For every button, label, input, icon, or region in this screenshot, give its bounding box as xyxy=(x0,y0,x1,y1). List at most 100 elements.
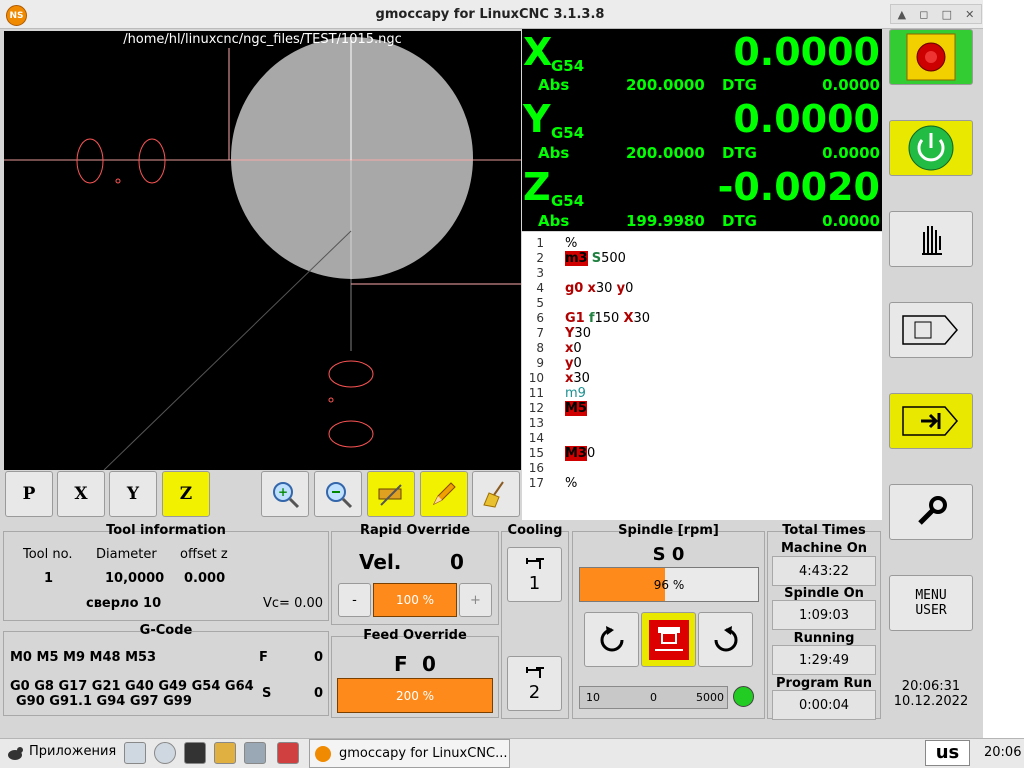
window-close-icon[interactable]: ✕ xyxy=(965,8,974,21)
gcode-line[interactable]: 10 x30 xyxy=(522,371,882,386)
taskbar-window-button[interactable]: gmoccapy for LinuxCNC... xyxy=(309,739,510,768)
gcode-line-number: 17 xyxy=(528,476,544,490)
rotate-left-icon xyxy=(600,625,623,651)
clear-plot-button[interactable] xyxy=(472,471,520,517)
preview-filename: /home/hl/linuxcnc/ngc_files/TEST/1015.ng… xyxy=(123,32,402,47)
spindle-cw-button[interactable] xyxy=(698,612,753,667)
dro-z-dtg-label: DTG xyxy=(722,212,757,230)
logout-icon[interactable] xyxy=(277,742,299,764)
mdi-mode-button[interactable] xyxy=(889,302,973,358)
window-title: gmoccapy for LinuxCNC 3.1.3.8 xyxy=(375,7,605,22)
gcode-line[interactable]: 17% xyxy=(522,476,882,491)
gcode-line[interactable]: 15 M30 xyxy=(522,446,882,461)
rapid-vel-value: 0 xyxy=(450,550,464,574)
dro-y-axis-letter: Y xyxy=(523,97,551,141)
view-x-button[interactable]: X xyxy=(57,471,105,517)
dro-z-coord: G54 xyxy=(551,192,585,210)
plus-icon: + xyxy=(470,592,481,608)
gcode-line-number: 10 xyxy=(528,371,544,385)
spindle-speed-scale[interactable]: 10 0 5000 xyxy=(579,686,728,709)
spindle-override-bar[interactable]: 96 % xyxy=(579,567,759,602)
feed-override-bar[interactable]: 200 % xyxy=(337,678,493,713)
right-edge-strip xyxy=(983,0,1024,738)
rapid-plus-button[interactable]: + xyxy=(459,583,492,617)
keyboard-layout-indicator[interactable]: us xyxy=(925,740,970,766)
spindle-speed: S 0 xyxy=(652,544,685,565)
gcode-line-number: 7 xyxy=(536,326,544,340)
gcode-line[interactable]: 4 g0 x30 y0 xyxy=(522,281,882,296)
rapid-override-title: Rapid Override xyxy=(359,523,471,538)
gcode-line-number: 13 xyxy=(528,416,544,430)
emergency-stop-icon xyxy=(906,33,956,81)
auto-mode-button[interactable] xyxy=(889,393,973,449)
active-gcodes-2: G90 G91.1 G94 G97 G99 xyxy=(16,694,192,709)
dro-z-abs-value: 199.9980 xyxy=(626,212,705,230)
window-restore-icon[interactable]: ◻ xyxy=(919,8,928,21)
gcode-line[interactable]: 12 M5 xyxy=(522,401,882,416)
gcode-line[interactable]: 5 xyxy=(522,296,882,311)
terminal-icon[interactable] xyxy=(184,742,206,764)
gcode-line-number: 2 xyxy=(536,251,544,265)
gcode-line[interactable]: 11 m9 xyxy=(522,386,882,401)
view-y-button[interactable]: Y xyxy=(109,471,157,517)
dro-y-value[interactable]: 0.0000 xyxy=(733,100,880,138)
spindle-stop-button[interactable] xyxy=(641,612,696,667)
tool-info-title: Tool information xyxy=(106,523,226,538)
gcode-line-number: 14 xyxy=(528,431,544,445)
gcode-line-number: 15 xyxy=(528,446,544,460)
feed-override-f-value: 0 xyxy=(422,652,436,676)
gcode-line[interactable]: 8 x0 xyxy=(522,341,882,356)
zoom-in-button[interactable]: + xyxy=(261,471,309,517)
rapid-override-bar[interactable]: 100 % xyxy=(373,583,457,617)
system-monitor-icon[interactable] xyxy=(124,742,146,764)
estop-button[interactable] xyxy=(889,29,973,85)
dro-x-dtg-value: 0.0000 xyxy=(822,76,880,94)
gcode-line[interactable]: 14 xyxy=(522,431,882,446)
view-perspective-button[interactable]: P xyxy=(5,471,53,517)
show-dimensions-button[interactable] xyxy=(367,471,415,517)
coolant-tap-icon xyxy=(525,667,544,678)
coolant-flood-button[interactable]: 1 xyxy=(507,547,562,602)
coolant-mist-button[interactable]: 2 xyxy=(507,656,562,711)
window-maximize-icon[interactable]: □ xyxy=(942,8,952,21)
applications-menu-label[interactable]: Приложения xyxy=(29,744,116,759)
menu-user-button[interactable]: MENU USER xyxy=(889,575,973,631)
speed-value: 0 xyxy=(314,686,324,701)
applications-menu-icon[interactable] xyxy=(6,744,24,762)
gcode-line[interactable]: 13 xyxy=(522,416,882,431)
gcode-line[interactable]: 6 G1 f150 X30 xyxy=(522,311,882,326)
tool-vc: Vc= 0.00 xyxy=(263,596,324,611)
window-up-icon[interactable]: ▲ xyxy=(898,8,906,21)
gmoccapy-icon xyxy=(315,745,331,762)
gcode-preview[interactable] xyxy=(4,31,521,470)
clock-time: 20:06:31 xyxy=(901,679,961,694)
gcode-listing[interactable]: 1% 2 m3 S500 3 4 g0 x30 y0 5 6 G1 f150 X30 7 Y30 8 x… xyxy=(522,232,882,520)
file-manager-icon[interactable] xyxy=(214,742,236,764)
manual-mode-button[interactable] xyxy=(889,211,973,267)
spindle-ccw-button[interactable] xyxy=(584,612,639,667)
show-tool-path-button[interactable] xyxy=(420,471,468,517)
spindle-stop-icon xyxy=(648,619,689,660)
zoom-out-button[interactable] xyxy=(314,471,362,517)
view-z-button[interactable]: Z xyxy=(162,471,210,517)
dro-x-value[interactable]: 0.0000 xyxy=(733,33,880,71)
web-browser-icon[interactable] xyxy=(154,742,176,764)
gcode-line[interactable]: 7 Y30 xyxy=(522,326,882,341)
gcode-line-text: % xyxy=(565,476,578,491)
gcode-line[interactable]: 2 m3 S500 xyxy=(522,251,882,266)
rapid-minus-button[interactable]: - xyxy=(338,583,371,617)
gcode-line[interactable]: 9 y0 xyxy=(522,356,882,371)
dro-z-value[interactable]: -0.0020 xyxy=(718,168,880,206)
offset-z-label: offset z xyxy=(180,547,228,562)
gcode-line[interactable]: 1% xyxy=(522,236,882,251)
machine-power-button[interactable] xyxy=(889,120,973,176)
gcode-line-number: 9 xyxy=(536,356,544,370)
gcode-line[interactable]: 16 xyxy=(522,461,882,476)
screenshot-icon[interactable] xyxy=(244,742,266,764)
auto-arrow-icon xyxy=(902,406,958,436)
spindle-scale-value: 0 xyxy=(650,691,657,704)
gcode-line-text: m3 S500 xyxy=(565,251,626,266)
gcode-line[interactable]: 3 xyxy=(522,266,882,281)
gcode-line-number: 11 xyxy=(528,386,544,400)
settings-button[interactable] xyxy=(889,484,973,540)
